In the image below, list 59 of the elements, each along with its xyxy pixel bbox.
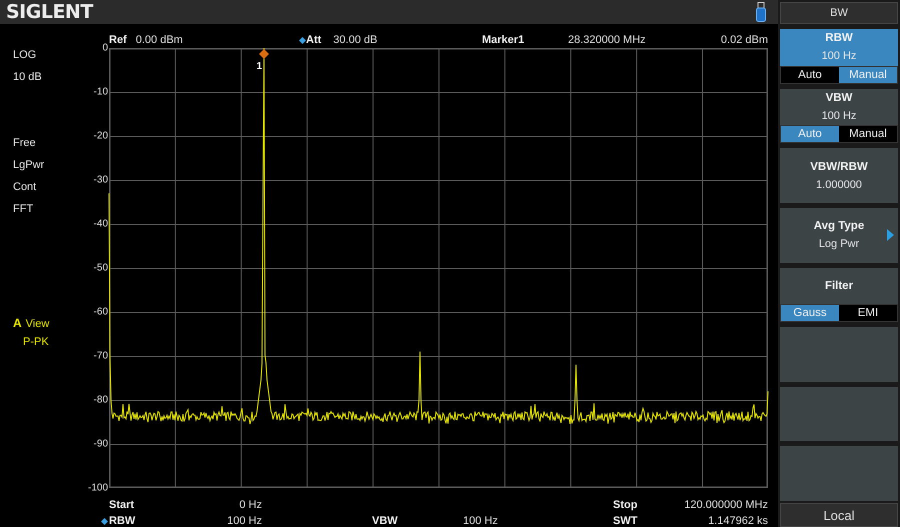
scale-readout: 10 dB (13, 70, 42, 85)
menu-title: BW (780, 2, 898, 24)
softkey-value: 100 Hz (822, 50, 856, 62)
mode-readout: Free (13, 136, 36, 151)
ref-value: 0.00 dBm (136, 34, 183, 46)
marker-level: 0.02 dBm (720, 34, 768, 46)
blank-softkey[interactable] (780, 327, 898, 382)
softkey[interactable]: RBW 100 Hz (780, 29, 898, 66)
detector-readout: P-PK (23, 335, 49, 349)
submenu-arrow-icon (887, 229, 894, 242)
vbw-label: VBW (372, 514, 399, 527)
usb-drive-icon (756, 2, 766, 22)
mode-readout: LgPwr (13, 158, 44, 173)
trace-letter: A (13, 316, 22, 330)
y-axis-label: -70 (94, 350, 108, 362)
softkey-value: 1.000000 (816, 178, 862, 191)
remote-status: Local (780, 503, 898, 527)
start-label: Start (109, 498, 136, 513)
rbw-value: 100 Hz (226, 514, 262, 527)
att-value: 30.00 dB (333, 34, 378, 46)
y-axis-label: -20 (94, 130, 108, 142)
softkey-label: VBW (826, 92, 852, 104)
marker-label: Marker1 (482, 34, 524, 46)
att-label: Att (306, 34, 322, 46)
y-axis-label: -10 (94, 86, 108, 98)
manual-indicator-icon (299, 36, 306, 44)
marker-frequency: 28.320000 MHz (568, 34, 646, 46)
softkey-value: 100 Hz (822, 110, 856, 122)
ref-label: Ref (109, 34, 127, 46)
softkey-label: Filter (824, 280, 854, 292)
y-axis-label: 0 (102, 42, 108, 54)
y-axis-label: -30 (94, 174, 108, 186)
mode-readout: Cont (13, 180, 36, 195)
vbw-value: 100 Hz (463, 514, 499, 527)
y-axis-label: -80 (94, 394, 108, 406)
start-value: 0 Hz (238, 498, 262, 513)
y-axis-label: -100 (88, 482, 108, 494)
swt-label: SWT (613, 514, 638, 527)
rbw-label: RBW (109, 514, 136, 527)
scale-readout: LOG (13, 48, 36, 63)
stop-value: 120.000000 MHz (683, 498, 768, 513)
y-axis-label: -60 (94, 306, 108, 318)
mode-readout: FFT (13, 202, 34, 217)
stop-label: Stop (613, 498, 638, 513)
y-axis-label: -90 (94, 438, 108, 450)
softkey-label: RBW (825, 32, 853, 44)
softkey-label: Avg Type (814, 220, 864, 232)
marker-icon (259, 49, 269, 59)
brand-logo: SIGLENT (6, 1, 93, 23)
softkey-label: VBW/RBW (810, 160, 868, 173)
trace-mode: View (26, 317, 50, 332)
marker-number: 1 (256, 61, 262, 72)
blank-softkey[interactable] (780, 446, 898, 501)
swt-value: 1.147962 ks (707, 514, 768, 527)
y-axis-label: -50 (94, 262, 108, 274)
manual-indicator-icon (101, 518, 108, 524)
y-axis-label: -40 (94, 218, 108, 230)
blank-softkey[interactable] (780, 386, 898, 442)
softkey-value: Log Pwr (818, 238, 860, 250)
